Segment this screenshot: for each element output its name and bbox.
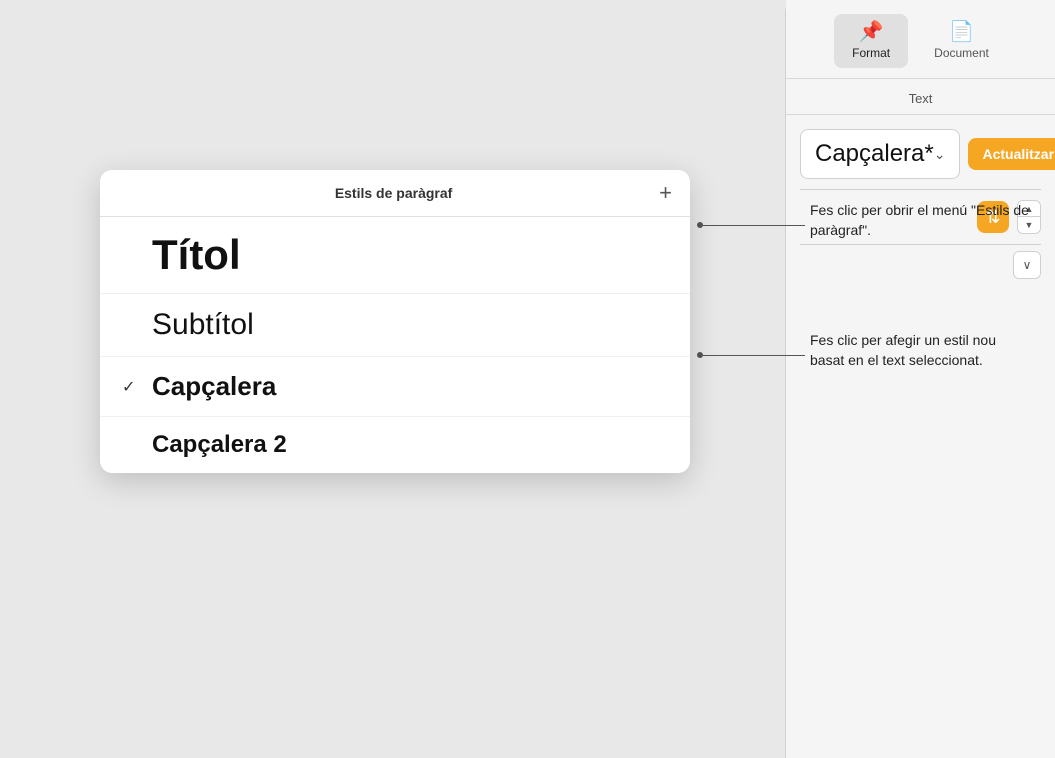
list-item[interactable]: ✓ Capçalera	[100, 357, 690, 417]
update-style-button[interactable]: Actualitzar	[968, 138, 1055, 170]
style-capcalera2-label: Capçalera 2	[152, 431, 287, 459]
annotation-add-style: Fes clic per afegir un estil nou basat e…	[810, 330, 1030, 371]
section-title: Text	[786, 79, 1055, 115]
callout-dot-1	[697, 222, 703, 228]
para-styles-header: Estils de paràgraf +	[100, 170, 690, 217]
current-style-text: Capçalera*	[815, 140, 934, 168]
divider-2	[800, 244, 1041, 245]
tab-document[interactable]: 📄 Document	[916, 14, 1007, 68]
list-item[interactable]: Capçalera 2	[100, 417, 690, 473]
callout-line-1	[700, 225, 805, 226]
style-titol-label: Títol	[152, 231, 241, 279]
bottom-row: ∨	[800, 251, 1041, 279]
style-subtitol-label: Subtítol	[152, 308, 254, 342]
paragraph-styles-panel: Estils de paràgraf + Títol Subtítol ✓ Ca…	[100, 170, 690, 473]
para-styles-title: Estils de paràgraf	[136, 185, 651, 201]
list-item[interactable]: Títol	[100, 217, 690, 294]
expand-section-button[interactable]: ∨	[1013, 251, 1041, 279]
check-icon: ✓	[122, 377, 140, 397]
document-icon: 📄	[949, 22, 974, 42]
list-item[interactable]: Subtítol	[100, 294, 690, 357]
format-icon: 📌	[859, 22, 884, 42]
paragraph-style-selector[interactable]: Capçalera* ⌄	[800, 129, 960, 179]
sidebar-panel: 📌 Format 📄 Document Text Capçalera* ⌄ Ac…	[785, 0, 1055, 758]
callout-dot-2	[697, 352, 703, 358]
tab-format[interactable]: 📌 Format	[834, 14, 908, 68]
chevron-down-icon: ⌄	[934, 146, 946, 163]
style-selector-row: Capçalera* ⌄ Actualitzar	[800, 129, 1041, 179]
tab-document-label: Document	[934, 46, 989, 60]
sidebar-tabs: 📌 Format 📄 Document	[786, 0, 1055, 79]
add-style-button[interactable]: +	[651, 182, 672, 204]
annotation-open-menu: Fes clic per obrir el menú "Estils de pa…	[810, 200, 1030, 241]
style-capcalera-label: Capçalera	[152, 371, 276, 402]
divider-1	[800, 189, 1041, 190]
annotation-text-1: Fes clic per obrir el menú "Estils de pa…	[810, 202, 1029, 238]
tab-format-label: Format	[852, 46, 890, 60]
callout-line-2	[700, 355, 805, 356]
annotation-text-2: Fes clic per afegir un estil nou basat e…	[810, 332, 996, 368]
chevron-down-icon: ∨	[1023, 258, 1032, 272]
